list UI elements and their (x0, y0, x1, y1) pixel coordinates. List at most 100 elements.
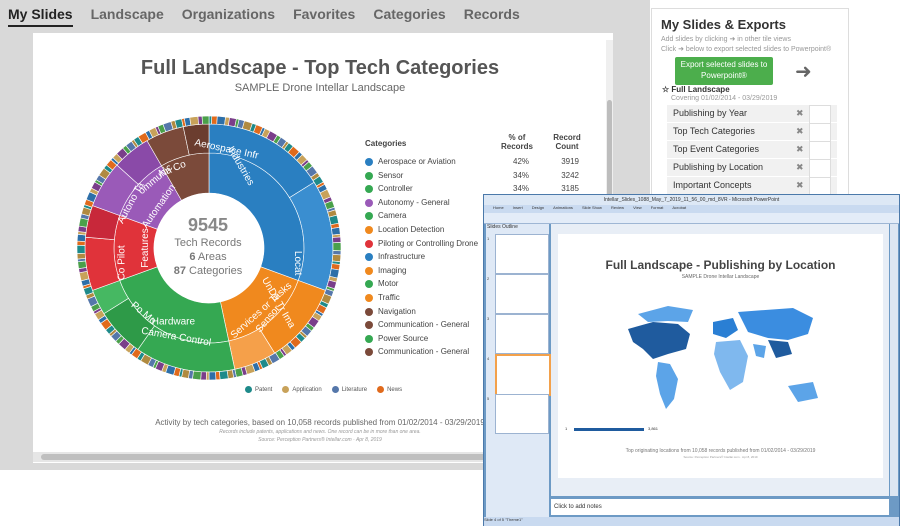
sunburst-record-slice[interactable] (208, 371, 217, 380)
total-records: 9545 (187, 215, 229, 235)
legend-label: Camera (378, 211, 407, 221)
record-type-key-item: News (377, 386, 402, 393)
slide-item[interactable]: Publishing by Year ✖ (667, 105, 837, 124)
chart-subtitle: SAMPLE Drone Intellar Landscape (234, 82, 406, 94)
remove-icon[interactable]: ✖ (796, 108, 804, 119)
legend-count: 3919 (561, 157, 579, 166)
export-arrow-icon[interactable]: ➜ (795, 59, 812, 84)
sunburst-record-slice[interactable] (77, 252, 86, 260)
sunburst-record-slice[interactable] (197, 116, 203, 125)
legend-swatch (365, 198, 373, 207)
world-map (628, 306, 818, 409)
sunburst-record-slice[interactable] (331, 227, 341, 236)
ppt-menu-item[interactable]: Animations (553, 205, 573, 210)
sunburst-record-slice[interactable] (332, 236, 341, 244)
ppt-menu-item[interactable]: Review (611, 205, 624, 210)
thumb-number: 5 (487, 396, 490, 401)
thumb-number: 3 (487, 316, 490, 321)
ppt-menu-item[interactable]: Home (493, 205, 504, 210)
slide-item-label: Important Concepts (673, 180, 752, 190)
categories-count: 87 (173, 265, 186, 277)
slide-item[interactable]: Publishing by Location ✖ (667, 159, 837, 178)
slide-thumbnail (809, 141, 831, 160)
sunburst-record-slice[interactable] (215, 371, 221, 380)
sunburst-record-slice[interactable] (211, 116, 218, 125)
ppt-menu-item[interactable]: Format (651, 205, 664, 210)
sunburst-record-slice[interactable] (331, 254, 341, 263)
legend-max: 3,861 (648, 426, 659, 431)
legend-count: 3242 (561, 170, 579, 180)
ppt-panel-tabs[interactable]: Slides Outline (487, 224, 518, 230)
sunburst-record-slice[interactable] (201, 116, 210, 125)
ppt-slide-thumbnail[interactable] (495, 274, 549, 314)
sunburst-record-slice[interactable] (77, 244, 86, 254)
ppt-menu-item[interactable]: Slide Show (582, 205, 602, 210)
export-powerpoint-button[interactable]: Export selected slides to Powerpoint® (675, 57, 773, 85)
sunburst-record-slice[interactable] (216, 116, 226, 126)
sunburst-record-slice[interactable] (77, 233, 87, 242)
main-tabs: My Slides Landscape Organizations Favori… (8, 6, 520, 27)
panel-hint-export: Click ➜ below to export selected slides … (661, 46, 832, 53)
legend-row[interactable]: Aerospace or Aviation 42% 3919 (365, 157, 605, 170)
record-type-label: Application (292, 386, 322, 393)
sunburst-record-slice[interactable] (332, 242, 341, 252)
tab-records[interactable]: Records (464, 6, 520, 27)
legend-label: Motor (378, 279, 399, 289)
ppt-vertical-scrollbar[interactable] (890, 224, 898, 496)
slide-item[interactable]: Top Event Categories ✖ (667, 141, 837, 160)
record-type-swatch (282, 386, 290, 393)
record-type-key: Patent Application Literature News (245, 386, 402, 393)
ppt-slide-thumbnail[interactable] (495, 234, 549, 274)
chart-title: Full Landscape - Top Tech Categories (140, 57, 500, 79)
tab-favorites[interactable]: Favorites (293, 6, 355, 27)
tab-landscape[interactable]: Landscape (91, 6, 164, 27)
ppt-slide-thumbnail[interactable] (495, 394, 549, 434)
ppt-slide[interactable]: Full Landscape - Publishing by Location … (558, 234, 883, 478)
legend-swatch (365, 280, 373, 289)
legend-pct: 42% (513, 157, 530, 166)
sunburst-record-slice[interactable] (192, 370, 202, 380)
remove-icon[interactable]: ✖ (796, 126, 804, 137)
slide-group-covering: Covering 01/02/2014 - 03/29/2019 (671, 95, 778, 102)
ppt-notes[interactable]: Click to add notes (551, 499, 889, 515)
ppt-menu-item[interactable]: Design (532, 205, 544, 210)
ppt-slide-thumbnail-selected[interactable] (495, 354, 551, 396)
ppt-menubar: Home Insert Design Animations Slide Show Revi… (484, 205, 899, 213)
tab-my-slides[interactable]: My Slides (8, 6, 73, 27)
scrollbar-thumb[interactable] (41, 454, 541, 460)
thumb-number: 1 (487, 236, 490, 241)
tab-categories[interactable]: Categories (373, 6, 445, 27)
powerpoint-window: Intellar_Slides_1088_May_7_2019_11_56_00… (483, 194, 900, 526)
sunburst-record-slice[interactable] (200, 371, 207, 380)
ppt-slide-panel: Slides Outline 1 2 3 4 5 (486, 224, 551, 517)
record-type-key-item: Application (282, 386, 322, 393)
slide-item-label: Publishing by Location (673, 162, 764, 172)
ppt-menu-item[interactable]: Insert (513, 205, 523, 210)
sunburst-label: Locat (292, 251, 303, 276)
legend-label: Sensor (378, 170, 404, 180)
sunburst-record-slice[interactable] (219, 370, 229, 380)
tab-organizations[interactable]: Organizations (182, 6, 275, 27)
chart-center-summary: 9545 Tech Records 6 Areas 87 Categories (157, 214, 259, 278)
remove-icon[interactable]: ✖ (796, 180, 804, 191)
legend-swatch (365, 185, 373, 194)
legend-swatch (365, 348, 373, 357)
slide-title: Full Landscape - Publishing by Location (605, 258, 836, 272)
slide-thumbnail (809, 123, 831, 142)
slide-subtitle: SAMPLE Drone Intellar Landscape (681, 274, 760, 280)
sunburst-record-slice[interactable] (189, 116, 199, 126)
remove-icon[interactable]: ✖ (796, 162, 804, 173)
sunburst-record-slice[interactable] (77, 260, 87, 269)
legend-label: Traffic (378, 293, 400, 302)
legend-pct: 34% (513, 170, 530, 180)
ppt-slide-thumbnail[interactable] (495, 314, 549, 354)
panel-title: My Slides & Exports (661, 17, 786, 32)
ppt-menu-item[interactable]: View (633, 205, 642, 210)
legend-row[interactable]: Sensor 34% 3242 (365, 171, 605, 184)
sunburst-label: Co Pilot (117, 245, 128, 280)
ppt-menu-item[interactable]: Acrobat (672, 205, 686, 210)
slide-item[interactable]: Important Concepts ✖ (667, 177, 837, 196)
legend-label: Piloting or Controlling Drone (378, 238, 479, 248)
remove-icon[interactable]: ✖ (796, 144, 804, 155)
slide-item[interactable]: Top Tech Categories ✖ (667, 123, 837, 142)
